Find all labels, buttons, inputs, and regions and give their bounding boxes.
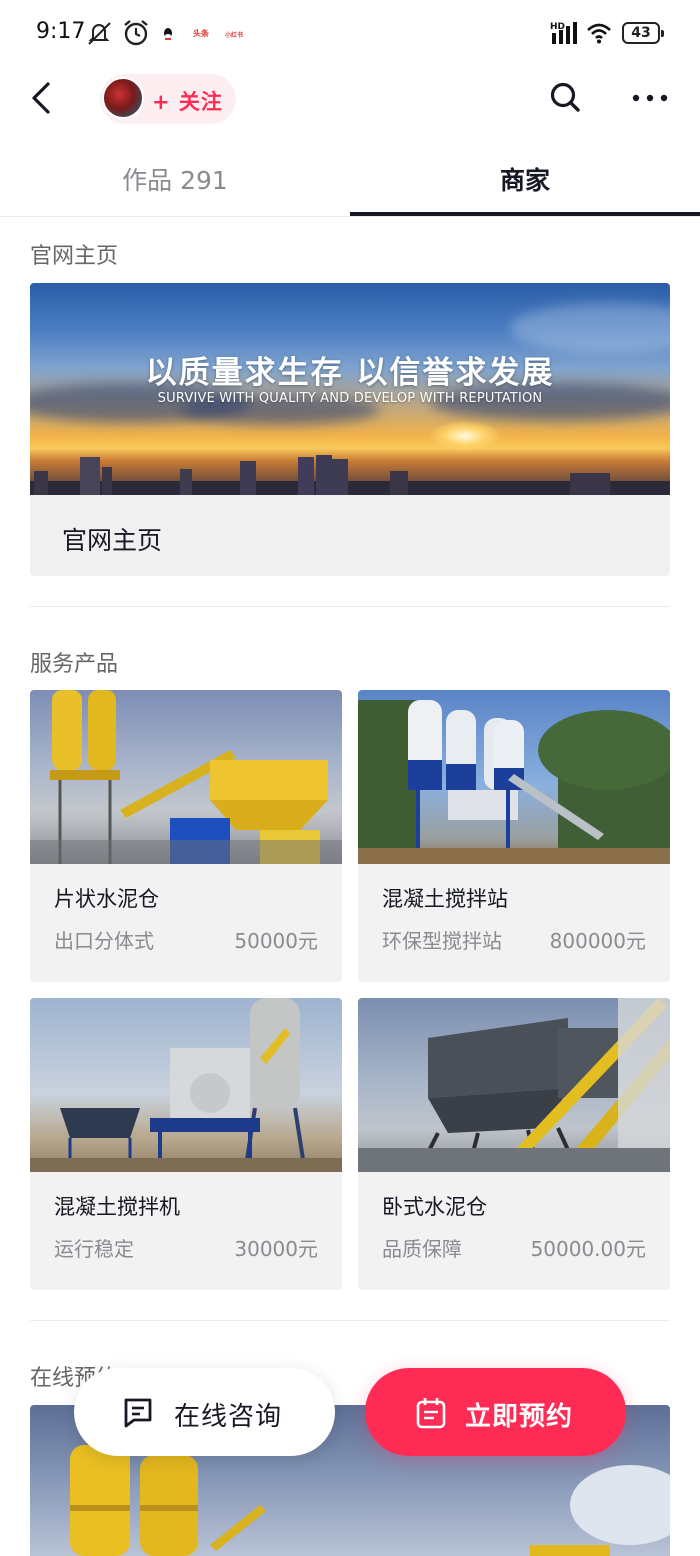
hd-signal-icon: HD: [550, 22, 577, 44]
wifi-icon: [587, 23, 611, 44]
product-tag: 运行稳定: [54, 1237, 134, 1261]
consult-button[interactable]: 在线咨询: [74, 1368, 335, 1456]
product-card[interactable]: 混凝土搅拌机 运行稳定 30000元: [30, 998, 342, 1290]
book-now-label: 立即预约: [465, 1402, 574, 1432]
website-banner-image: 以质量求生存 以信誉求发展 SURVIVE WITH QUALITY AND D…: [30, 283, 670, 495]
tab-bar: 作品 291 商家: [0, 145, 700, 217]
product-tag: 环保型搅拌站: [382, 929, 502, 953]
product-tag: 品质保障: [382, 1237, 462, 1261]
banner-subtitle: SURVIVE WITH QUALITY AND DEVELOP WITH RE…: [157, 391, 543, 406]
product-name: 混凝土搅拌站: [382, 887, 508, 911]
section-divider: [30, 606, 670, 607]
website-section-title: 官网主页: [30, 244, 119, 269]
follow-label: + 关注: [152, 90, 223, 114]
product-name: 片状水泥仓: [54, 887, 159, 911]
battery-icon: 43: [622, 22, 664, 44]
banner-title: 以质量求生存 以信誉求发展: [145, 355, 555, 391]
avatar[interactable]: [102, 77, 144, 119]
product-image: [30, 690, 342, 864]
status-bar: 9:17 头条 小红书 HD 43: [0, 0, 700, 68]
alarm-icon: [124, 20, 148, 46]
product-price: 30000元: [234, 1237, 318, 1261]
mute-icon: [88, 22, 111, 45]
product-tag: 出口分体式: [54, 929, 154, 953]
product-price: 50000.00元: [530, 1237, 646, 1261]
more-icon[interactable]: [628, 78, 672, 118]
status-time: 9:17: [36, 19, 86, 44]
product-image: [358, 998, 670, 1172]
section-divider: [30, 1320, 670, 1321]
consult-label: 在线咨询: [174, 1402, 283, 1432]
product-card[interactable]: 卧式水泥仓 品质保障 50000.00元: [358, 998, 670, 1290]
products-section-title: 服务产品: [30, 652, 119, 677]
website-card[interactable]: 以质量求生存 以信誉求发展 SURVIVE WITH QUALITY AND D…: [30, 283, 670, 576]
product-card[interactable]: 片状水泥仓 出口分体式 50000元: [30, 690, 342, 982]
product-image: [358, 690, 670, 864]
product-name: 卧式水泥仓: [382, 1195, 487, 1219]
back-arrow-icon[interactable]: [24, 76, 64, 120]
follow-button[interactable]: + 关注: [100, 74, 236, 124]
product-image: [30, 998, 342, 1172]
book-now-button[interactable]: 立即预约: [365, 1368, 626, 1456]
product-name: 混凝土搅拌机: [54, 1195, 180, 1219]
qq-icon: [164, 28, 172, 40]
product-price: 800000元: [549, 929, 646, 953]
tab-merchant[interactable]: 商家: [350, 145, 700, 217]
active-tab-indicator: [350, 212, 700, 216]
product-card[interactable]: 混凝土搅拌站 环保型搅拌站 800000元: [358, 690, 670, 982]
toutiao-notification: 头条: [193, 29, 209, 38]
website-card-label: 官网主页: [62, 526, 163, 555]
chat-icon: [124, 1398, 152, 1428]
calendar-icon: [416, 1398, 446, 1429]
tab-works[interactable]: 作品 291: [0, 145, 350, 217]
xiaohongshu-notification: 小红书: [225, 32, 244, 39]
product-price: 50000元: [234, 929, 318, 953]
header: + 关注: [0, 68, 700, 130]
search-icon[interactable]: [546, 78, 586, 118]
